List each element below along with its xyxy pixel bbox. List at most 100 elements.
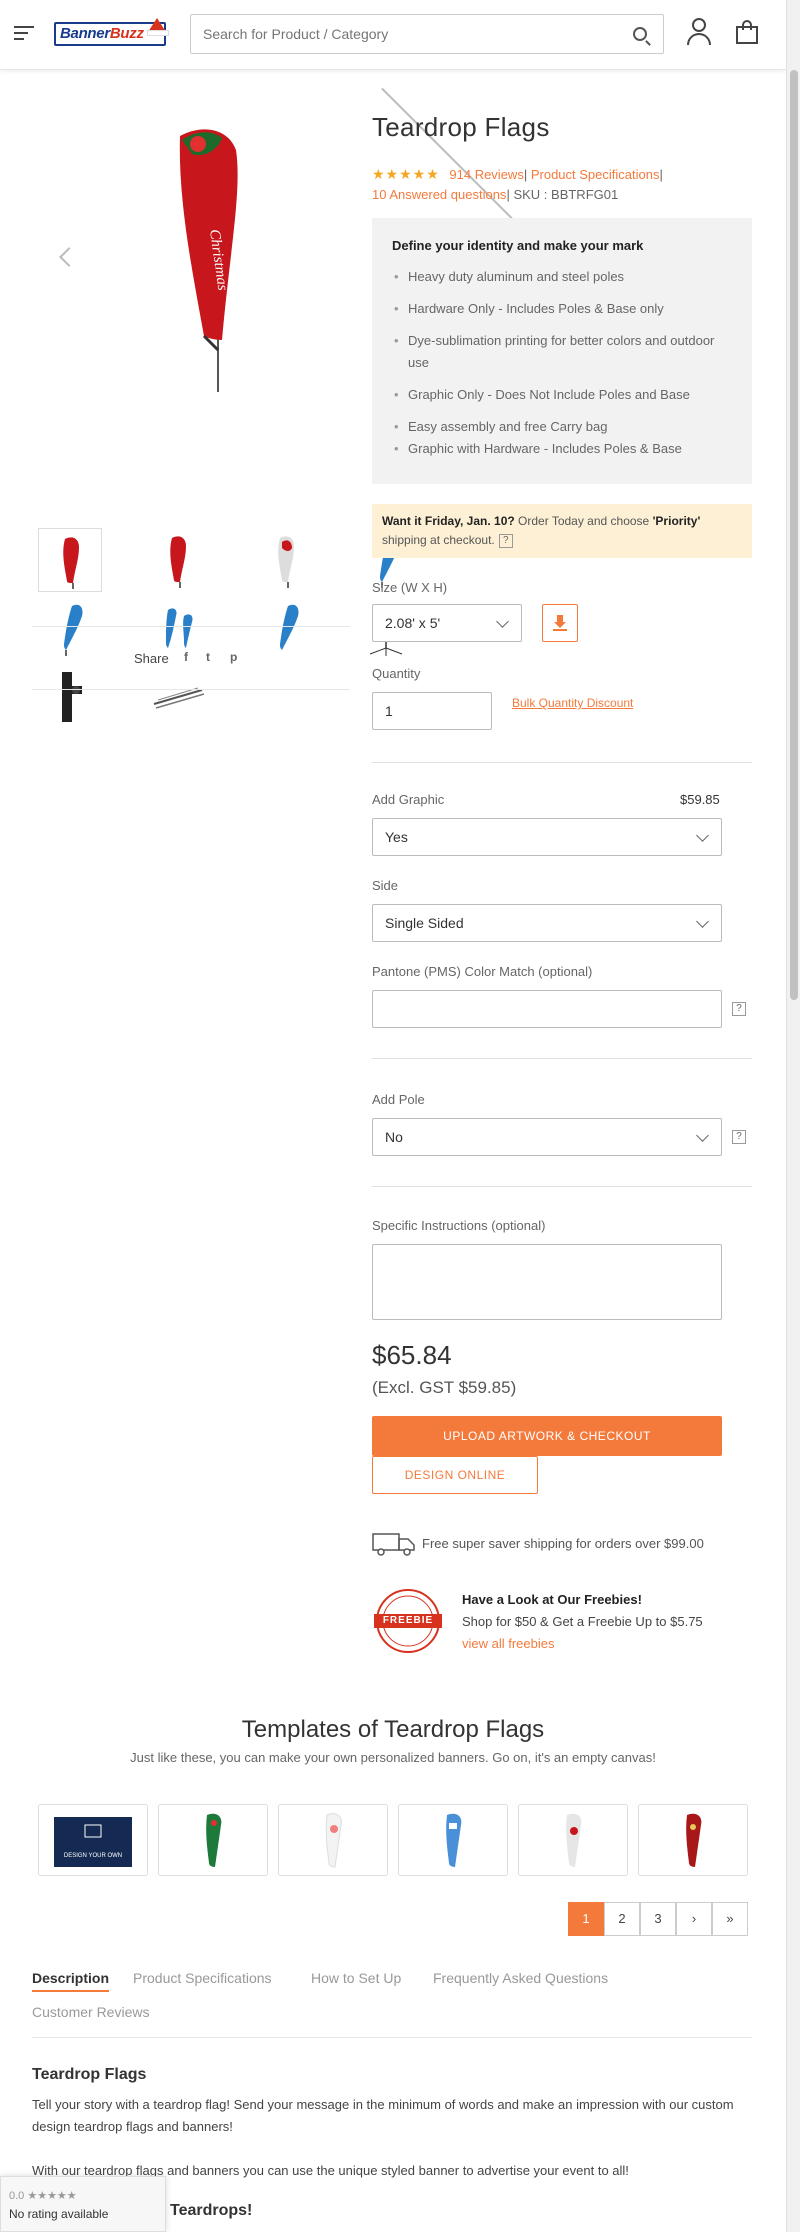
- rating-row: ★★★★★ 914 Reviews| Product Specification…: [372, 166, 663, 202]
- features-box: Define your identity and make your mark …: [372, 218, 752, 484]
- size-label: Size (W X H): [372, 580, 448, 595]
- upload-artwork-button[interactable]: UPLOAD ARTWORK & CHECKOUT: [372, 1416, 722, 1456]
- side-select[interactable]: Single Sided: [372, 904, 722, 942]
- feature-item: Hardware Only - Includes Poles & Base on…: [392, 298, 732, 320]
- product-price: $65.84: [372, 1340, 452, 1370]
- divider: [372, 762, 752, 763]
- description-paragraph: Tell your story with a teardrop flag! Se…: [32, 2097, 734, 2134]
- view-freebies-link[interactable]: view all freebies: [462, 1636, 555, 1651]
- delivery-notice: Want it Friday, Jan. 10? Order Today and…: [372, 504, 752, 558]
- bulk-discount-link[interactable]: Bulk Quantity Discount: [512, 696, 633, 710]
- search-input[interactable]: [191, 15, 611, 53]
- quantity-input[interactable]: [372, 692, 492, 730]
- templates-subtitle: Just like these, you can make your own p…: [130, 1750, 656, 1765]
- last-page-button[interactable]: »: [712, 1902, 748, 1936]
- feature-item: Easy assembly and free Carry bag: [392, 416, 732, 438]
- add-pole-select[interactable]: No: [372, 1118, 722, 1156]
- feature-item: Dye-sublimation printing for better colo…: [392, 330, 732, 374]
- template-card[interactable]: [278, 1804, 388, 1876]
- pantone-input[interactable]: [372, 990, 722, 1028]
- templates-title: Templates of Teardrop Flags: [241, 1716, 545, 1743]
- tab-customer-reviews[interactable]: Customer Reviews: [32, 2004, 149, 2020]
- santa-hat-icon: [147, 18, 169, 36]
- cart-icon[interactable]: [736, 20, 758, 44]
- truck-icon: [372, 1533, 415, 1556]
- site-logo[interactable]: BannerBuzz: [54, 18, 170, 50]
- price-excl-gst: (Excl. GST $59.85): [372, 1378, 517, 1397]
- add-pole-label: Add Pole: [372, 1092, 425, 1107]
- page-scrollbar[interactable]: [786, 0, 800, 2232]
- freebie-heading: Have a Look at Our Freebies!: [462, 1592, 642, 1607]
- freebie-subtext: Shop for $50 & Get a Freebie Up to $5.75: [462, 1614, 703, 1629]
- divider: [372, 1186, 752, 1187]
- design-your-own-label: DESIGN YOUR OWN: [63, 1853, 123, 1859]
- add-graphic-select[interactable]: Yes: [372, 818, 722, 856]
- tab-description[interactable]: Description: [32, 1970, 110, 1992]
- instructions-label: Specific Instructions (optional): [372, 1218, 546, 1233]
- tab-how-to-set-up[interactable]: How to Set Up: [311, 1970, 401, 1986]
- search-bar: [190, 14, 664, 54]
- pinterest-icon[interactable]: p: [230, 650, 237, 664]
- features-heading: Define your identity and make your mark: [392, 238, 644, 253]
- page-3-button[interactable]: 3: [640, 1902, 676, 1936]
- chevron-down-icon: [696, 915, 709, 928]
- freebie-promo: FREEBIE Have a Look at Our Freebies! Sho…: [372, 1588, 752, 1658]
- delivery-help-icon[interactable]: ?: [498, 533, 513, 548]
- template-card[interactable]: [398, 1804, 508, 1876]
- rating-text: No rating available: [9, 2207, 109, 2221]
- download-template-button[interactable]: [542, 604, 578, 642]
- template-card[interactable]: [638, 1804, 748, 1876]
- divider: [372, 1058, 752, 1059]
- design-online-button[interactable]: DESIGN ONLINE: [372, 1456, 538, 1494]
- menu-icon[interactable]: [14, 26, 34, 40]
- chevron-down-icon: [696, 1129, 709, 1142]
- share-row: Share f t p: [32, 626, 350, 690]
- tab-product-specifications[interactable]: Product Specifications: [133, 1970, 272, 1986]
- site-header: BannerBuzz: [0, 0, 786, 70]
- tab-faq[interactable]: Frequently Asked Questions: [433, 1970, 608, 1986]
- feature-item: Heavy duty aluminum and steel poles: [392, 266, 732, 288]
- description-heading: Teardrop Flags: [32, 2066, 147, 2083]
- add-graphic-price: $59.85: [680, 792, 720, 807]
- search-icon[interactable]: [633, 27, 647, 41]
- template-card[interactable]: [518, 1804, 628, 1876]
- templates-row: DESIGN YOUR OWN: [38, 1804, 748, 1876]
- feature-item: Graphic with Hardware - Includes Poles &…: [392, 438, 732, 460]
- account-icon[interactable]: [686, 18, 712, 46]
- share-label: Share: [134, 651, 169, 666]
- shipping-info: Free super saver shipping for orders ove…: [372, 1528, 752, 1558]
- chevron-down-icon: [496, 615, 509, 628]
- product-title: Teardrop Flags: [372, 112, 550, 142]
- design-your-own-card[interactable]: DESIGN YOUR OWN: [38, 1804, 148, 1876]
- pantone-help-icon[interactable]: ?: [732, 1002, 746, 1016]
- facebook-icon[interactable]: f: [184, 650, 188, 664]
- rating-score: 0.0 ★★★★★: [9, 2190, 77, 2202]
- instructions-textarea[interactable]: [372, 1244, 722, 1320]
- sku-text: SKU : BBTRFG01: [513, 187, 619, 202]
- chevron-down-icon: [696, 829, 709, 842]
- next-page-button[interactable]: ›: [676, 1902, 712, 1936]
- features-list: Heavy duty aluminum and steel poles Hard…: [392, 266, 732, 470]
- description-subheading: Teardrops!: [170, 2202, 253, 2219]
- freebie-badge-text: FREEBIE: [382, 1615, 434, 1626]
- add-graphic-label: Add Graphic: [372, 792, 445, 807]
- size-select[interactable]: 2.08' x 5': [372, 604, 522, 642]
- twitter-icon[interactable]: t: [206, 650, 210, 664]
- pantone-label: Pantone (PMS) Color Match (optional): [372, 964, 593, 979]
- main-product-image: Christmas: [32, 110, 352, 400]
- answered-questions-link[interactable]: 10 Answered questions: [372, 187, 506, 202]
- page-1-button[interactable]: 1: [568, 1902, 604, 1936]
- quantity-label: Quantity: [372, 666, 421, 681]
- thumbnail-1[interactable]: [38, 528, 102, 592]
- google-rating-widget[interactable]: 0.0 ★★★★★ No rating available: [0, 2176, 166, 2232]
- specifications-link[interactable]: Product Specifications: [531, 167, 660, 182]
- reviews-link[interactable]: 914 Reviews: [449, 167, 523, 182]
- page-2-button[interactable]: 2: [604, 1902, 640, 1936]
- pole-help-icon[interactable]: ?: [732, 1130, 746, 1144]
- product-info-tabs: Description Product Specifications How t…: [32, 1966, 752, 2038]
- feature-item: Graphic Only - Does Not Include Poles an…: [392, 384, 732, 406]
- template-card[interactable]: [158, 1804, 268, 1876]
- thumbnail-3[interactable]: [254, 528, 318, 592]
- thumbnail-2[interactable]: [146, 528, 210, 592]
- side-label: Side: [372, 878, 399, 893]
